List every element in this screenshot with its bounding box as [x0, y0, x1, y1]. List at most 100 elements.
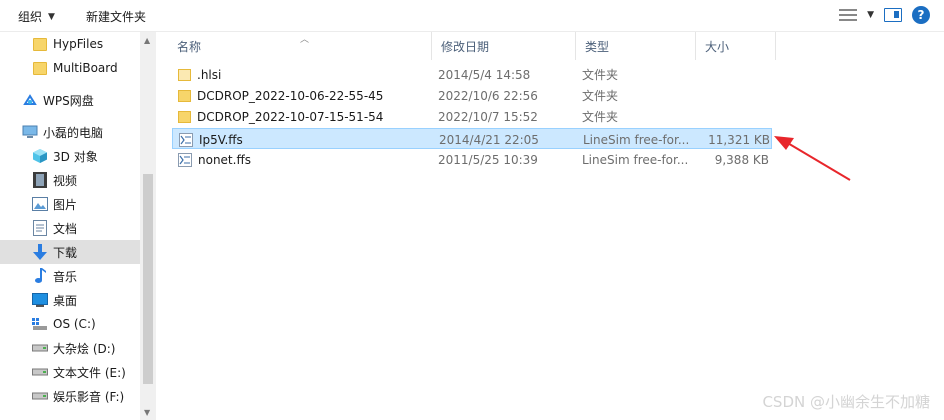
folder-icon — [32, 36, 48, 52]
file-size: 11,321 KB — [708, 132, 770, 147]
organize-button[interactable]: 组织 ▼ — [18, 8, 55, 25]
sidebar-item-label: 小磊的电脑 — [43, 125, 104, 140]
navigation-pane: HypFiles MultiBoard WPS网盘 小磊的电脑 3D 对象 视频… — [0, 32, 156, 420]
command-toolbar: 组织 ▼ 新建文件夹 ▼ ? — [0, 0, 944, 32]
file-name-cell: .hlsi — [178, 64, 433, 85]
file-type: LineSim free-for... — [582, 152, 689, 167]
navigation-scrollbar[interactable]: ▲ ▼ — [140, 32, 156, 420]
file-name-cell: Ip5V.ffs — [179, 129, 434, 150]
drive-icon — [32, 340, 48, 356]
folder-icon — [178, 68, 191, 81]
new-folder-button[interactable]: 新建文件夹 — [86, 8, 146, 25]
sidebar-item-label: 下载 — [53, 245, 78, 260]
sidebar-item-desktop[interactable]: 桌面 — [0, 288, 140, 312]
file-row-ip5v[interactable]: Ip5V.ffs 2014/4/21 22:05 LineSim free-fo… — [172, 128, 772, 149]
view-controls: ▼ ? — [839, 6, 930, 24]
sidebar-item-label: OS (C:) — [53, 317, 96, 331]
watermark: CSDN @小幽余生不加糖 — [762, 393, 930, 411]
organize-label: 组织 — [18, 10, 43, 24]
file-name: Ip5V.ffs — [199, 132, 243, 147]
sidebar-item-downloads[interactable]: 下载 — [0, 240, 140, 264]
film-icon — [32, 172, 48, 188]
file-name: nonet.ffs — [198, 152, 251, 167]
file-name: DCDROP_2022-10-06-22-55-45 — [197, 88, 384, 103]
sidebar-item-pictures[interactable]: 图片 — [0, 192, 140, 216]
folder-icon — [178, 89, 191, 102]
sidebar-item-label: 音乐 — [53, 269, 78, 284]
file-name: .hlsi — [197, 67, 222, 82]
file-type: 文件夹 — [582, 110, 619, 124]
sidebar-item-label: WPS网盘 — [43, 93, 94, 108]
view-dropdown-chevron-icon[interactable]: ▼ — [867, 10, 874, 20]
file-row-dcdrop-1[interactable]: DCDROP_2022-10-06-22-55-45 2022/10/6 22:… — [172, 85, 772, 106]
cloud-icon — [22, 92, 38, 108]
file-date: 2014/4/21 22:05 — [439, 132, 539, 147]
sidebar-item-3d-objects[interactable]: 3D 对象 — [0, 144, 140, 168]
sidebar-item-multiboard[interactable]: MultiBoard — [0, 56, 140, 80]
sidebar-item-drive-f[interactable]: 娱乐影音 (F:) — [0, 384, 140, 408]
linesim-file-icon — [178, 152, 192, 167]
column-header-date[interactable]: 修改日期 — [432, 32, 576, 60]
sidebar-item-hypfiles[interactable]: HypFiles — [0, 32, 140, 56]
file-name: DCDROP_2022-10-07-15-51-54 — [197, 109, 384, 124]
column-header: 名称 修改日期 类型 大小 — [168, 32, 944, 60]
sidebar-item-label: 桌面 — [53, 293, 78, 308]
sidebar-item-label: 3D 对象 — [53, 149, 98, 164]
sidebar-item-label: 视频 — [53, 173, 78, 188]
file-size: 9,388 KB — [714, 152, 769, 167]
column-header-type[interactable]: 类型 — [576, 32, 696, 60]
file-date: 2022/10/7 15:52 — [438, 109, 538, 124]
scroll-up-arrow-icon[interactable]: ▲ — [144, 36, 150, 45]
view-options-icon[interactable] — [839, 8, 858, 22]
music-note-icon — [32, 268, 48, 284]
sidebar-item-drive-e[interactable]: 文本文件 (E:) — [0, 360, 140, 384]
sidebar-item-label: HypFiles — [53, 37, 104, 51]
sidebar-item-label: 文本文件 (E:) — [53, 365, 126, 380]
help-icon[interactable]: ? — [912, 6, 930, 24]
file-row-nonet[interactable]: nonet.ffs 2011/5/25 10:39 LineSim free-f… — [172, 149, 772, 170]
file-name-cell: DCDROP_2022-10-06-22-55-45 — [178, 85, 433, 106]
file-name-cell: nonet.ffs — [178, 149, 433, 170]
sidebar-item-label: 大杂烩 (D:) — [53, 341, 116, 356]
sidebar-item-videos[interactable]: 视频 — [0, 168, 140, 192]
cube-icon — [32, 148, 48, 164]
column-header-name[interactable]: 名称 — [168, 32, 432, 60]
sidebar-item-this-pc[interactable]: 小磊的电脑 — [0, 120, 140, 144]
annotation-arrow-icon — [774, 136, 851, 181]
sidebar-item-label: MultiBoard — [53, 61, 118, 75]
scroll-down-arrow-icon[interactable]: ▼ — [144, 408, 150, 417]
file-size — [697, 85, 769, 106]
os-drive-icon — [32, 316, 48, 332]
file-row-dcdrop-2[interactable]: DCDROP_2022-10-07-15-51-54 2022/10/7 15:… — [172, 106, 772, 127]
scrollbar-thumb[interactable] — [143, 174, 153, 384]
folder-icon — [32, 60, 48, 76]
file-date: 2011/5/25 10:39 — [438, 152, 538, 167]
desktop-icon — [32, 292, 48, 308]
file-date: 2014/5/4 14:58 — [438, 67, 531, 82]
folder-icon — [178, 110, 191, 123]
file-size — [697, 64, 769, 85]
picture-icon — [32, 196, 48, 212]
download-arrow-icon — [32, 244, 48, 260]
sidebar-item-drive-c[interactable]: OS (C:) — [0, 312, 140, 336]
file-type: LineSim free-for... — [583, 132, 690, 147]
file-size — [697, 106, 769, 127]
file-name-cell: DCDROP_2022-10-07-15-51-54 — [178, 106, 433, 127]
sidebar-item-label: 娱乐影音 (F:) — [53, 389, 125, 404]
file-date: 2022/10/6 22:56 — [438, 88, 538, 103]
sidebar-item-wps-cloud[interactable]: WPS网盘 — [0, 88, 140, 112]
file-type: 文件夹 — [582, 89, 619, 103]
document-icon — [32, 220, 48, 236]
computer-icon — [22, 124, 38, 140]
file-type: 文件夹 — [582, 68, 619, 82]
chevron-down-icon: ▼ — [48, 11, 55, 22]
file-row-hlsi[interactable]: .hlsi 2014/5/4 14:58 文件夹 — [172, 64, 772, 85]
drive-icon — [32, 388, 48, 404]
sidebar-item-drive-d[interactable]: 大杂烩 (D:) — [0, 336, 140, 360]
drive-icon — [32, 364, 48, 380]
sidebar-item-music[interactable]: 音乐 — [0, 264, 140, 288]
sidebar-item-documents[interactable]: 文档 — [0, 216, 140, 240]
preview-pane-icon[interactable] — [884, 8, 902, 22]
sidebar-item-label: 文档 — [53, 221, 78, 236]
column-header-size[interactable]: 大小 — [696, 32, 776, 60]
